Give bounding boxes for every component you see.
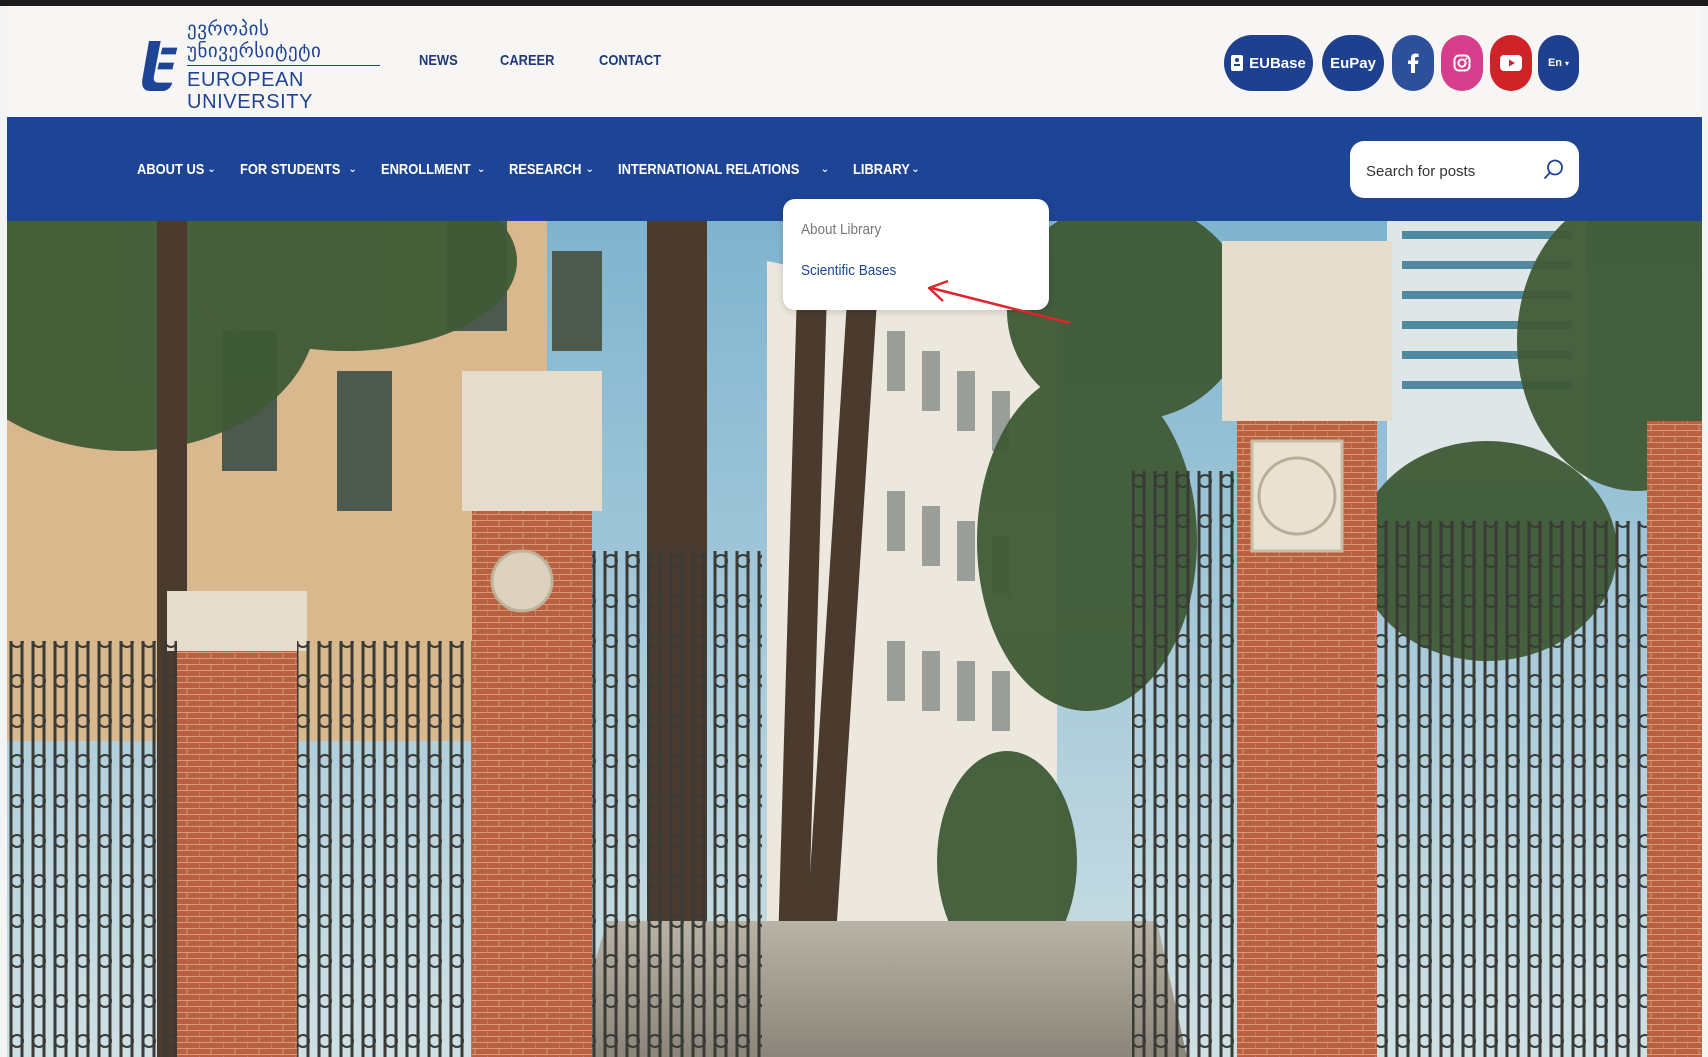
- nav-for-students[interactable]: FOR STUDENTS ⌄: [240, 161, 357, 178]
- facebook-button[interactable]: [1392, 35, 1434, 91]
- nav-item-label: INTERNATIONAL RELATIONS: [617, 161, 800, 178]
- nav-item-label: RESEARCH: [509, 161, 582, 178]
- chevron-down-icon: ⌄: [476, 164, 486, 175]
- chevron-down-icon: ⌄: [585, 164, 594, 175]
- nav-item-label: FOR STUDENTS: [239, 161, 341, 178]
- eupay-label: EuPay: [1330, 54, 1376, 72]
- nav-item-label: ENROLLMENT: [380, 161, 471, 178]
- eu-logo-icon: [142, 40, 178, 92]
- nav-career-link[interactable]: CAREER: [500, 52, 554, 69]
- facebook-icon: [1408, 53, 1419, 73]
- nav-about-us[interactable]: ABOUT US ⌄: [137, 161, 216, 178]
- dropdown-item-about-library[interactable]: About Library: [801, 221, 881, 238]
- nav-news-link[interactable]: NEWS: [419, 52, 458, 69]
- logo-georgian-text: ევროპის უნივერსიტეტი: [187, 18, 322, 62]
- chevron-down-icon: ⌄: [820, 164, 830, 175]
- hero-campus-photo: [7, 221, 1702, 1057]
- logo-english-text: EUROPEAN UNIVERSITY: [187, 69, 314, 114]
- eubase-label: EUBase: [1249, 54, 1306, 72]
- dropdown-item-scientific-bases[interactable]: Scientific Bases: [801, 262, 896, 279]
- instagram-icon: [1453, 54, 1471, 72]
- search-icon[interactable]: [1543, 158, 1565, 180]
- nav-library[interactable]: LIBRARY ⌄: [853, 161, 920, 178]
- youtube-icon: [1500, 55, 1522, 71]
- chevron-down-icon: ⌄: [348, 164, 357, 175]
- nav-item-label: ABOUT US: [137, 161, 205, 178]
- nav-research[interactable]: RESEARCH ⌄: [509, 161, 594, 178]
- site-header: ევროპის უნივერსიტეტი EUROPEAN UNIVERSITY…: [7, 6, 1702, 117]
- webpage: ევროპის უნივერსიტეტი EUROPEAN UNIVERSITY…: [7, 6, 1702, 1057]
- eupay-button[interactable]: EuPay: [1322, 35, 1384, 91]
- top-nav: NEWS CAREER CONTACT: [419, 52, 672, 69]
- nav-contact-link[interactable]: CONTACT: [599, 52, 661, 69]
- logo-divider: [187, 64, 381, 67]
- nav-international-relations[interactable]: INTERNATIONAL RELATIONS ⌄: [618, 161, 829, 178]
- chevron-down-icon: ⌄: [207, 164, 216, 175]
- eubase-button[interactable]: EUBase: [1224, 35, 1313, 91]
- chevron-down-icon: ⌄: [911, 164, 920, 175]
- language-label: En: [1547, 57, 1563, 69]
- search-input[interactable]: [1364, 158, 1538, 184]
- search-box: [1350, 141, 1579, 198]
- chevron-down-icon: ▾: [1565, 58, 1570, 68]
- instagram-button[interactable]: [1441, 35, 1483, 91]
- nav-item-label: LIBRARY: [853, 161, 911, 178]
- nav-enrollment[interactable]: ENROLLMENT ⌄: [381, 161, 486, 178]
- library-dropdown-menu: About Library Scientific Bases: [783, 199, 1049, 310]
- youtube-button[interactable]: [1490, 35, 1532, 91]
- university-logo[interactable]: ევროპის უნივერსიტეტი EUROPEAN UNIVERSITY: [139, 19, 395, 113]
- id-card-icon: [1231, 55, 1244, 71]
- language-selector[interactable]: En ▾: [1538, 35, 1579, 91]
